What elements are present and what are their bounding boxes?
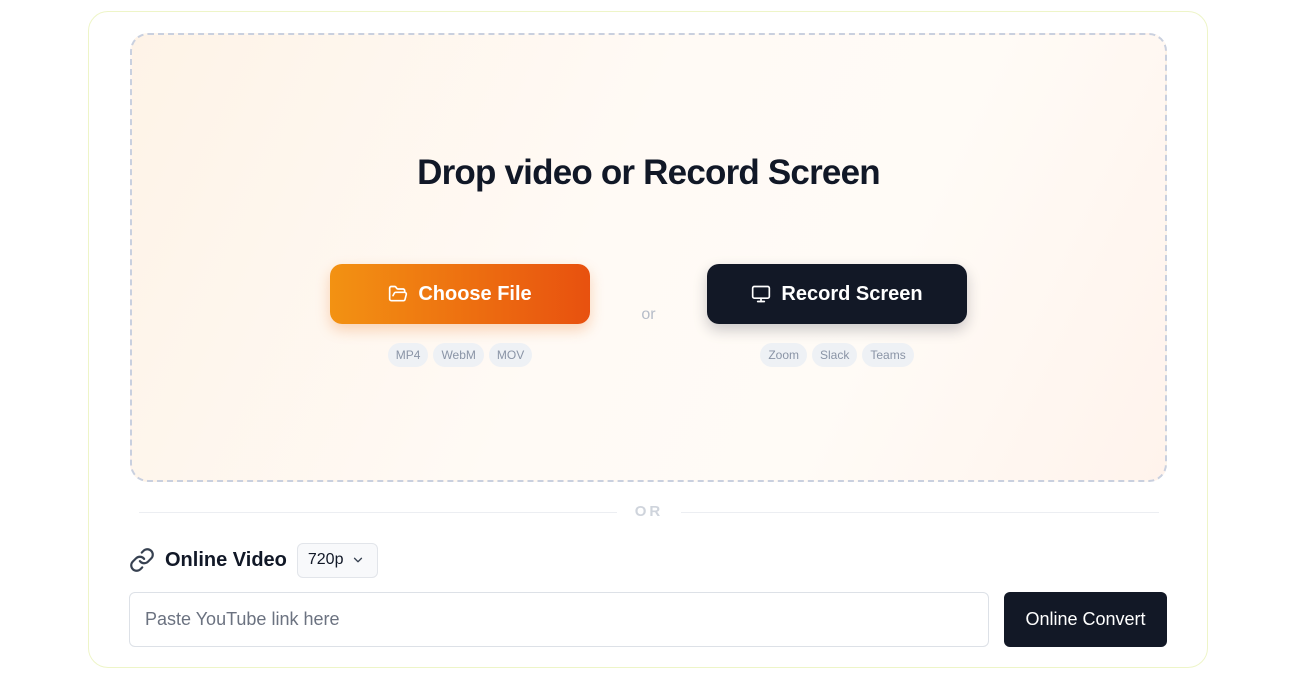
online-convert-button[interactable]: Online Convert	[1004, 592, 1167, 647]
chevron-down-icon	[351, 553, 365, 567]
quality-selected-value: 720p	[307, 551, 344, 568]
format-chip-mp4: MP4	[387, 343, 429, 367]
file-format-list: MP4 WebM MOV	[330, 343, 590, 367]
record-screen-column: Record Screen Zoom Slack Teams	[707, 264, 967, 367]
source-chip-slack: Slack	[812, 343, 858, 367]
record-source-list: Zoom Slack Teams	[707, 343, 967, 367]
record-screen-button[interactable]: Record Screen	[707, 264, 967, 324]
link-icon	[129, 547, 155, 573]
source-chip-zoom: Zoom	[760, 343, 807, 367]
format-chip-webm: WebM	[433, 343, 484, 367]
online-video-label: Online Video	[165, 548, 287, 571]
section-separator: OR	[139, 503, 1159, 520]
youtube-url-input[interactable]	[129, 592, 989, 647]
drop-zone[interactable]: Drop video or Record Screen Choose File …	[130, 33, 1167, 482]
online-convert-label: Online Convert	[1025, 609, 1146, 629]
format-chip-mov: MOV	[488, 343, 533, 367]
source-chip-teams: Teams	[862, 343, 914, 367]
or-divider-text: or	[641, 306, 656, 323]
quality-select[interactable]: 720p	[296, 542, 379, 578]
separator-line-right	[681, 512, 1159, 513]
drop-zone-title: Drop video or Record Screen	[417, 153, 881, 192]
folder-open-icon	[388, 284, 408, 304]
online-video-header: Online Video 720p	[129, 542, 379, 578]
record-screen-label: Record Screen	[781, 282, 923, 305]
monitor-icon	[751, 284, 771, 304]
choose-file-label: Choose File	[418, 282, 532, 305]
converter-card: Drop video or Record Screen Choose File …	[88, 11, 1208, 668]
